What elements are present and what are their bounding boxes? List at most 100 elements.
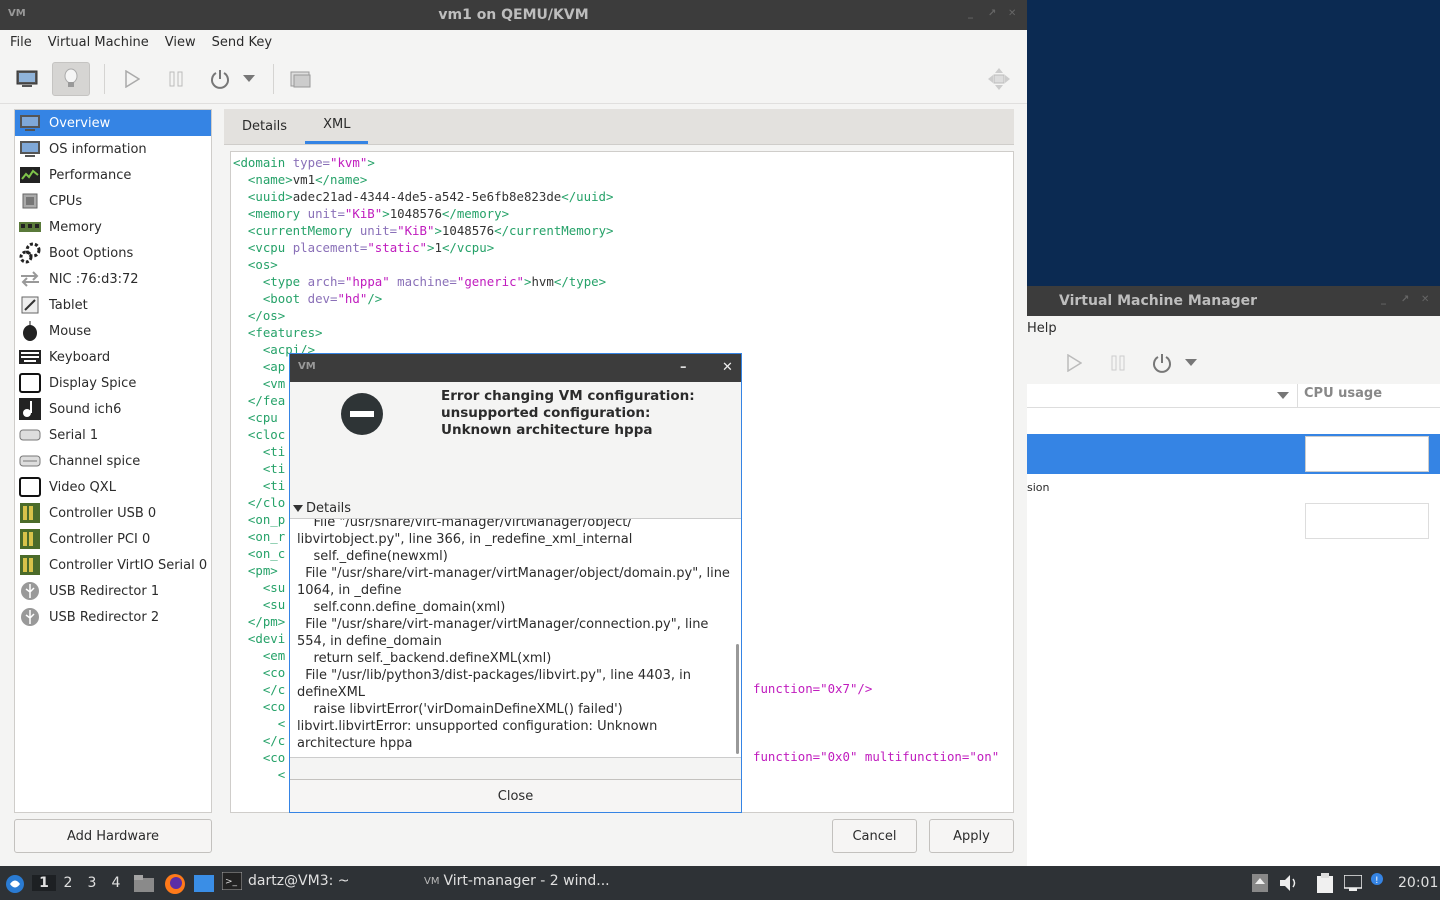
traceback-text[interactable]: File "/usr/share/virt-manager/virtManage…	[290, 518, 741, 758]
snapshots-button[interactable]	[282, 62, 320, 96]
lightbulb-icon	[64, 68, 78, 87]
add-hardware-button[interactable]: Add Hardware	[14, 819, 212, 853]
sidebar-item-controller-pci-0[interactable]: Controller PCI 0	[15, 526, 211, 552]
sidebar-item-label: OS information	[49, 141, 147, 157]
shutdown-button[interactable]	[1143, 346, 1181, 380]
maximize-icon[interactable]: ↗	[1401, 294, 1413, 306]
sidebar-item-tablet[interactable]: Tablet	[15, 292, 211, 318]
menu-virtual-machine[interactable]: Virtual Machine	[40, 35, 157, 50]
taskbar-terminal[interactable]: >_ dartz@VM3: ~	[222, 872, 350, 890]
details-tabs: Details XML	[224, 109, 1014, 145]
sidebar-item-serial-1[interactable]: Serial 1	[15, 422, 211, 448]
sidebar-item-controller-virtio-serial-0[interactable]: Controller VirtIO Serial 0	[15, 552, 211, 578]
close-button[interactable]: Close	[290, 779, 741, 812]
start-menu-icon[interactable]	[5, 874, 25, 894]
cpu-usage-column-header[interactable]: CPU usage	[1304, 386, 1382, 401]
sidebar-item-label: Controller VirtIO Serial 0	[49, 557, 208, 573]
close-icon[interactable]: ✕	[1421, 294, 1433, 306]
chevron-down-icon	[243, 74, 255, 82]
workspace-2[interactable]: 2	[60, 875, 76, 891]
run-button[interactable]	[113, 62, 151, 96]
traceback-line: File "/usr/share/virt-manager/virtManage…	[297, 617, 709, 632]
sidebar-item-performance[interactable]: Performance	[15, 162, 211, 188]
maximize-icon[interactable]: ↗	[988, 8, 1000, 20]
pause-icon	[1111, 355, 1125, 370]
menu-view[interactable]: View	[157, 35, 204, 50]
pause-button[interactable]	[1099, 346, 1137, 380]
menu-send-key[interactable]: Send Key	[204, 35, 280, 50]
workspace-4[interactable]: 4	[108, 875, 124, 891]
sidebar-item-mouse[interactable]: Mouse	[15, 318, 211, 344]
taskbar: 1 2 3 4 >_ dartz@VM3: ~ VM Virt-manager …	[0, 866, 1440, 900]
vm-row-selected[interactable]	[1027, 434, 1440, 474]
main-toolbar	[0, 54, 1027, 104]
main-titlebar[interactable]: VM vm1 on QEMU/KVM _ ↗ ✕	[0, 0, 1027, 30]
clipboard-icon[interactable]	[1316, 873, 1334, 893]
sidebar-item-sound-ich6[interactable]: Sound ich6	[15, 396, 211, 422]
sidebar-item-channel-spice[interactable]: Channel spice	[15, 448, 211, 474]
minimize-icon[interactable]: _	[968, 8, 980, 20]
sidebar-item-keyboard[interactable]: Keyboard	[15, 344, 211, 370]
virt-manager-icon: VM	[424, 875, 440, 887]
dialog-titlebar[interactable]: VM – ✕	[290, 354, 741, 382]
cancel-button[interactable]: Cancel	[832, 819, 917, 853]
sidebar-item-label: Overview	[49, 115, 111, 131]
traceback-line: File "/usr/share/virt-manager/virtManage…	[297, 518, 632, 530]
menu-help[interactable]: Help	[1027, 321, 1065, 336]
toolbar-separator	[273, 63, 274, 94]
minimize-icon[interactable]: –	[680, 360, 692, 375]
run-button[interactable]	[1055, 346, 1093, 380]
notification-icon[interactable]: !	[1370, 872, 1384, 886]
manager-titlebar[interactable]: Virtual Machine Manager _ ↗ ✕	[1027, 286, 1440, 316]
sidebar-item-overview[interactable]: Overview	[15, 110, 211, 136]
sort-arrow-icon[interactable]	[1277, 392, 1289, 400]
workspace-1[interactable]: 1	[32, 875, 56, 891]
sidebar-item-controller-usb-0[interactable]: Controller USB 0	[15, 500, 211, 526]
sidebar-item-usb-redirector-1[interactable]: USB Redirector 1	[15, 578, 211, 604]
shutdown-menu-button[interactable]	[239, 62, 259, 96]
sidebar-item-label: Controller PCI 0	[49, 531, 151, 547]
fullscreen-icon	[988, 68, 1010, 90]
manager-toolbar	[1027, 340, 1440, 386]
volume-icon[interactable]	[1280, 875, 1300, 891]
console-button[interactable]	[8, 62, 46, 96]
app-logo-icon: VM	[8, 8, 26, 19]
sidebar-item-usb-redirector-2[interactable]: USB Redirector 2	[15, 604, 211, 630]
menu-file[interactable]: File	[2, 35, 40, 50]
apply-button[interactable]: Apply	[929, 819, 1014, 853]
close-icon[interactable]: ✕	[722, 360, 734, 375]
workspace-3[interactable]: 3	[84, 875, 100, 891]
tab-details[interactable]: Details	[224, 108, 305, 144]
shutdown-menu-button[interactable]	[1181, 346, 1201, 380]
chevron-down-icon	[1185, 358, 1197, 366]
pause-button[interactable]	[157, 62, 195, 96]
controller-icon	[19, 503, 41, 523]
traceback-line: return self._backend.defineXML(xml)	[297, 651, 552, 666]
sidebar-item-nic-76-d3-72[interactable]: NIC :76:d3:72	[15, 266, 211, 292]
sidebar-item-cpus[interactable]: CPUs	[15, 188, 211, 214]
sidebar-item-label: Display Spice	[49, 375, 137, 391]
sidebar-item-display-spice[interactable]: Display Spice	[15, 370, 211, 396]
fullscreen-button[interactable]	[980, 62, 1018, 96]
network-icon[interactable]	[1344, 875, 1362, 891]
sidebar-item-label: Serial 1	[49, 427, 99, 443]
controller-icon	[19, 555, 41, 575]
sidebar-item-os-information[interactable]: OS information	[15, 136, 211, 162]
shutdown-button[interactable]	[201, 62, 239, 96]
upload-icon[interactable]	[1252, 874, 1268, 892]
firefox-icon[interactable]	[164, 873, 186, 895]
details-expander[interactable]: Details	[293, 501, 351, 516]
taskbar-virt-manager[interactable]: VM Virt-manager - 2 wind...	[424, 873, 610, 889]
details-button[interactable]	[52, 61, 90, 96]
sidebar-item-boot-options[interactable]: Boot Options	[15, 240, 211, 266]
minimize-icon[interactable]: _	[1381, 294, 1393, 306]
sidebar-item-video-qxl[interactable]: Video QXL	[15, 474, 211, 500]
play-icon	[1067, 353, 1082, 372]
scrollbar[interactable]	[736, 644, 739, 754]
tab-xml[interactable]: XML	[305, 108, 369, 144]
close-icon[interactable]: ✕	[1008, 8, 1020, 20]
sidebar-item-memory[interactable]: Memory	[15, 214, 211, 240]
desktop-icon[interactable]	[194, 875, 214, 892]
manager-window: Virtual Machine Manager _ ↗ ✕ Help CPU u…	[1027, 286, 1440, 866]
file-manager-icon[interactable]	[134, 874, 154, 892]
